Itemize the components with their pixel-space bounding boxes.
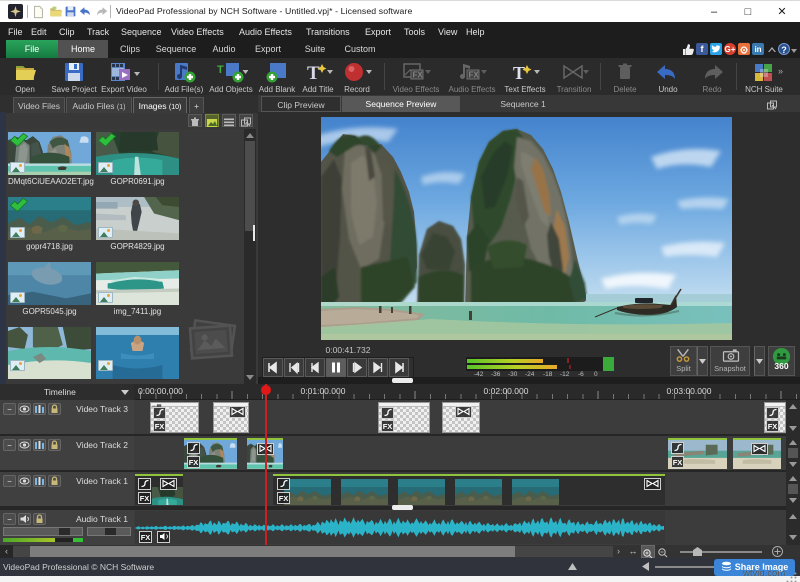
svg-text:FX: FX xyxy=(469,71,480,80)
svg-text:T: T xyxy=(307,63,320,84)
svg-text:T: T xyxy=(513,63,525,83)
svg-text:T: T xyxy=(217,64,224,76)
svg-text:FX: FX xyxy=(413,71,424,80)
